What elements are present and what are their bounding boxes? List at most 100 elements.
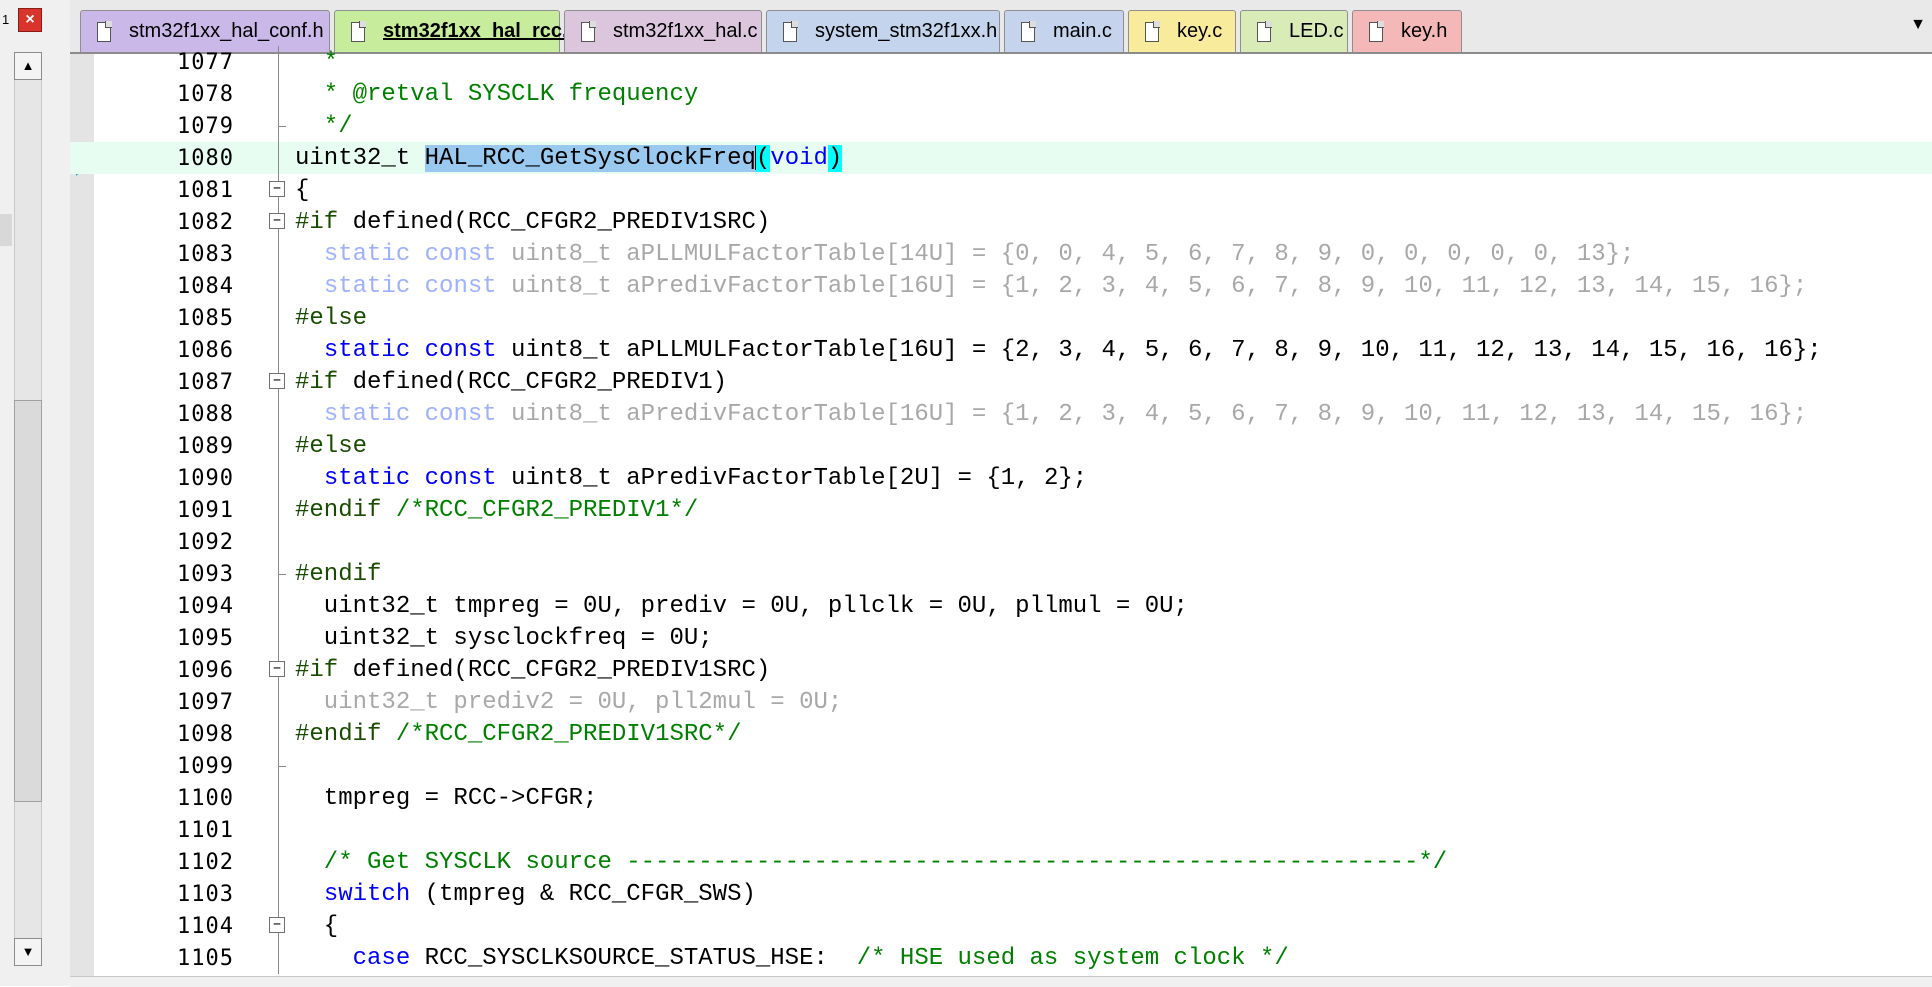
code-text: #endif /*RCC_CFGR2_PREDIV1*/ <box>295 497 699 524</box>
tab-list-dropdown-icon[interactable]: ▼ <box>1910 16 1926 34</box>
fold-toggle-icon[interactable]: − <box>269 373 285 389</box>
selection-marker <box>0 214 12 246</box>
code-line[interactable]: 1099 <box>70 750 1932 782</box>
code-line[interactable]: 1078 * @retval SYSCLK frequency <box>70 78 1932 110</box>
horizontal-scrollbar[interactable] <box>70 976 1932 987</box>
fold-marker <box>268 718 288 750</box>
file-icon <box>1369 20 1384 42</box>
code-text: static const uint8_t aPredivFactorTable[… <box>323 465 1088 492</box>
code-line[interactable]: 1088 static const uint8_t aPredivFactorT… <box>70 398 1932 430</box>
scroll-down-button[interactable]: ▼ <box>14 938 42 966</box>
code-line[interactable]: 1094 uint32_t tmpreg = 0U, prediv = 0U, … <box>70 590 1932 622</box>
tab-label: stm32f1xx_hal.c <box>613 20 758 42</box>
code-line[interactable]: 1095 uint32_t sysclockfreq = 0U; <box>70 622 1932 654</box>
line-number: 1081 <box>177 178 234 203</box>
line-number: 1099 <box>177 754 234 779</box>
line-number: 1080 <box>177 146 234 171</box>
code-line[interactable]: 1104 − { <box>70 910 1932 942</box>
code-text: */ <box>295 113 353 140</box>
code-text: #if defined(RCC_CFGR2_PREDIV1) <box>295 369 728 396</box>
code-line[interactable]: 1080 uint32_t HAL_RCC_GetSysClockFreq(voi… <box>70 142 1932 174</box>
fold-marker <box>268 622 288 654</box>
fold-marker[interactable]: − <box>268 174 288 206</box>
file-icon <box>783 20 798 42</box>
file-icon <box>581 20 596 42</box>
file-icon <box>1257 20 1272 42</box>
line-number: 1079 <box>177 114 234 139</box>
fold-toggle-icon[interactable]: − <box>269 917 285 933</box>
fold-marker <box>268 398 288 430</box>
fold-marker[interactable]: − <box>268 654 288 686</box>
line-number: 1092 <box>177 530 234 555</box>
fold-marker <box>268 878 288 910</box>
code-text: #if defined(RCC_CFGR2_PREDIV1SRC) <box>295 657 771 684</box>
code-line[interactable]: 1096 − #if defined(RCC_CFGR2_PREDIV1SRC) <box>70 654 1932 686</box>
code-text: #if defined(RCC_CFGR2_PREDIV1SRC) <box>295 209 771 236</box>
scrollbar-thumb[interactable] <box>14 400 42 802</box>
code-line[interactable]: 1098 #endif /*RCC_CFGR2_PREDIV1SRC*/ <box>70 718 1932 750</box>
code-line[interactable]: 1103 switch (tmpreg & RCC_CFGR_SWS) <box>70 878 1932 910</box>
code-line[interactable]: 1102 /* Get SYSCLK source --------------… <box>70 846 1932 878</box>
fold-marker <box>268 238 288 270</box>
line-number: 1098 <box>177 722 234 747</box>
line-number: 1087 <box>177 370 234 395</box>
code-line[interactable]: 1083 static const uint8_t aPLLMULFactorT… <box>70 238 1932 270</box>
fold-toggle-icon[interactable]: − <box>269 661 285 677</box>
code-line[interactable]: 1085 #else <box>70 302 1932 334</box>
close-panel-button[interactable]: × <box>18 8 42 32</box>
fold-marker <box>268 590 288 622</box>
fold-marker <box>268 686 288 718</box>
tab-label: stm32f1xx_hal_conf.h <box>129 20 324 42</box>
code-editor[interactable]: 1077 * 1078 * @retval SYSCLK frequency 107… <box>70 46 1932 987</box>
code-line[interactable]: 1086 static const uint8_t aPLLMULFactorT… <box>70 334 1932 366</box>
code-line[interactable]: 1100 tmpreg = RCC->CFGR; <box>70 782 1932 814</box>
code-line[interactable]: 1077 * <box>70 46 1932 78</box>
fold-toggle-icon[interactable]: − <box>269 181 285 197</box>
line-number: 1078 <box>177 82 234 107</box>
code-line[interactable]: 1081 −{ <box>70 174 1932 206</box>
code-text: { <box>295 913 339 940</box>
code-text: * <box>295 49 339 76</box>
code-text: switch (tmpreg & RCC_CFGR_SWS) <box>323 881 756 908</box>
scroll-up-button[interactable]: ▲ <box>14 52 42 80</box>
code-text: uint32_t prediv2 = 0U, pll2mul = 0U; <box>295 689 843 716</box>
tab-label: system_stm32f1xx.h <box>815 20 998 42</box>
fold-marker[interactable]: − <box>268 366 288 398</box>
file-icon <box>351 20 366 42</box>
code-line[interactable]: 1101 <box>70 814 1932 846</box>
fold-marker <box>268 462 288 494</box>
code-line[interactable]: 1105 case RCC_SYSCLKSOURCE_STATUS_HSE: /… <box>70 942 1932 974</box>
line-number: 1089 <box>177 434 234 459</box>
code-text: uint32_t tmpreg = 0U, prediv = 0U, pllcl… <box>295 593 1188 620</box>
line-number: 1095 <box>177 626 234 651</box>
fold-marker[interactable]: − <box>268 910 288 942</box>
code-line[interactable]: 1091 #endif /*RCC_CFGR2_PREDIV1*/ <box>70 494 1932 526</box>
code-text: static const uint8_t aPLLMULFactorTable[… <box>323 241 1635 268</box>
code-line[interactable]: 1089 #else <box>70 430 1932 462</box>
fold-marker <box>268 46 288 78</box>
code-line[interactable]: 1084 static const uint8_t aPredivFactorT… <box>70 270 1932 302</box>
line-number: 1093 <box>177 562 234 587</box>
code-line[interactable]: 1082 − #if defined(RCC_CFGR2_PREDIV1SRC) <box>70 206 1932 238</box>
line-number: 1100 <box>177 786 234 811</box>
line-number: 1084 <box>177 274 234 299</box>
code-text: uint32_t sysclockfreq = 0U; <box>295 625 713 652</box>
code-line[interactable]: 1093 #endif <box>70 558 1932 590</box>
fold-marker[interactable]: − <box>268 206 288 238</box>
code-line[interactable]: 1097 uint32_t prediv2 = 0U, pll2mul = 0U… <box>70 686 1932 718</box>
tab-label: main.c <box>1053 20 1112 42</box>
fold-marker <box>268 558 288 590</box>
tab-label: key.c <box>1177 20 1223 42</box>
code-line[interactable]: 1079 */ <box>70 110 1932 142</box>
code-line[interactable]: 1092 <box>70 526 1932 558</box>
line-number: 1097 <box>177 690 234 715</box>
code-line[interactable]: 1090 static const uint8_t aPredivFactorT… <box>70 462 1932 494</box>
tab-label: LED.c <box>1289 20 1344 42</box>
fold-marker <box>268 750 288 782</box>
code-text: static const uint8_t aPredivFactorTable[… <box>323 273 1808 300</box>
line-number: 1085 <box>177 306 234 331</box>
code-line[interactable]: 1087 − #if defined(RCC_CFGR2_PREDIV1) <box>70 366 1932 398</box>
code-text: #endif /*RCC_CFGR2_PREDIV1SRC*/ <box>295 721 742 748</box>
fold-toggle-icon[interactable]: − <box>269 213 285 229</box>
code-text: static const uint8_t aPLLMULFactorTable[… <box>323 337 1822 364</box>
